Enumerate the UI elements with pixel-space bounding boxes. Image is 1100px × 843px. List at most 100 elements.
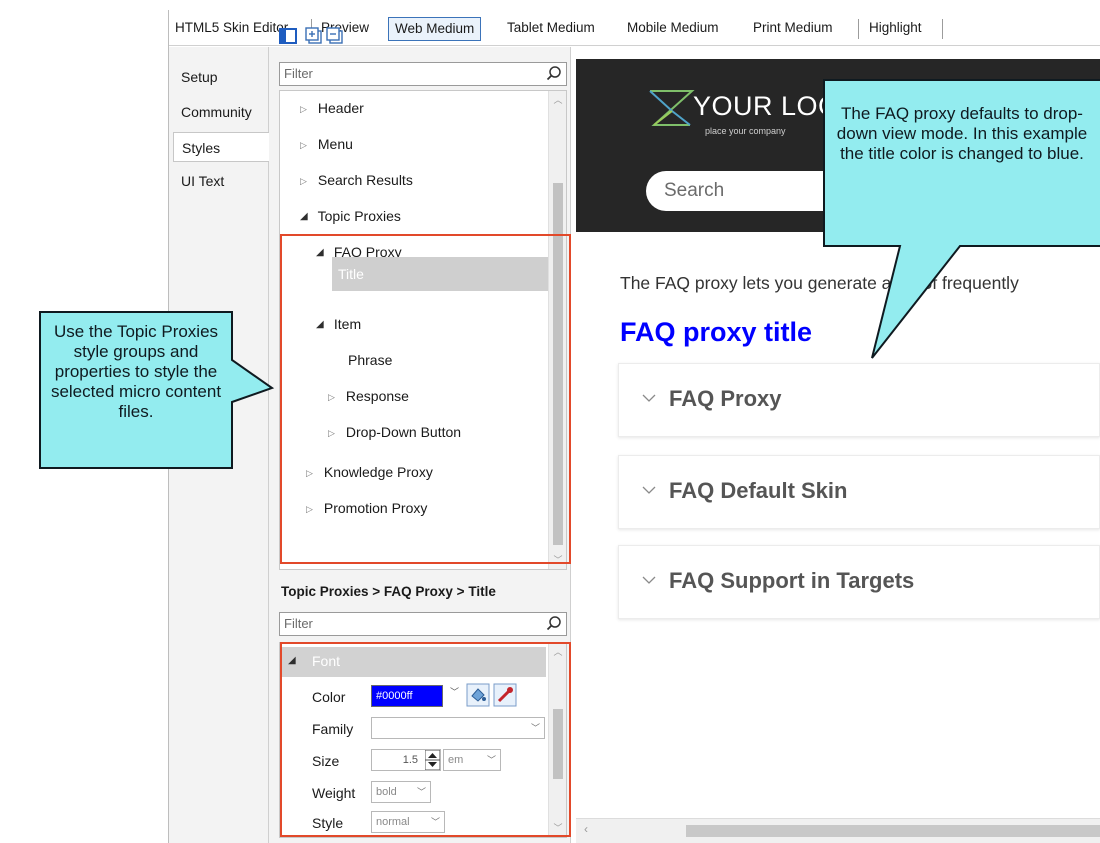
tree-item-item[interactable]: ◢ Item [316, 309, 361, 339]
tree-label: Menu [317, 136, 353, 152]
property-vertical-scrollbar[interactable]: ︿ ﹀ [548, 643, 566, 837]
faq-item-label: FAQ Proxy [669, 386, 782, 411]
color-label: Color [312, 689, 346, 705]
tree-label: Search Results [317, 172, 413, 188]
collapsed-triangle-icon: ▷ [328, 392, 335, 403]
tab-web-medium[interactable]: Web Medium [388, 17, 482, 41]
size-unit-select[interactable]: em ﹀ [443, 749, 501, 771]
style-label: Style [312, 815, 344, 831]
eyedropper-icon[interactable] [493, 683, 517, 707]
tree-item-search-results[interactable]: ▷ Search Results [300, 165, 413, 195]
tree-item-header[interactable]: ▷ Header [300, 93, 364, 123]
chevron-down-icon[interactable]: ﹀ [450, 685, 459, 698]
style-row: Style normal ﹀ [280, 809, 550, 837]
tree-item-title-selected[interactable]: Title [332, 257, 554, 291]
callout-left-text: Use the Topic Proxies style groups and p… [50, 322, 222, 421]
search-icon [546, 66, 561, 81]
tree-item-response[interactable]: ▷ Response [328, 381, 409, 411]
faq-item-label: FAQ Default Skin [669, 478, 848, 503]
expanded-triangle-icon: ◢ [300, 211, 308, 223]
color-row: Color #0000ff ﹀ [280, 683, 550, 713]
left-tab-setup[interactable]: Setup [173, 62, 265, 92]
left-tab-ui-text[interactable]: UI Text [173, 166, 265, 196]
chevron-down-icon: ﹀ [486, 755, 496, 765]
scroll-down-icon[interactable]: ﹀ [550, 553, 566, 566]
font-group-header[interactable]: ◢ Font [280, 647, 546, 677]
logo-tagline: place your company [705, 126, 786, 136]
scroll-up-icon[interactable]: ︿ [550, 645, 566, 658]
callout-right-text: The FAQ proxy defaults to drop-down view… [836, 104, 1088, 163]
faq-proxy-title: FAQ proxy title [620, 317, 813, 347]
tab-separator [858, 19, 859, 39]
scroll-thumb[interactable] [686, 825, 1100, 837]
collapsed-triangle-icon: ▷ [306, 504, 313, 515]
fill-color-icon[interactable] [466, 683, 490, 707]
collapse-all-icon[interactable] [326, 27, 344, 45]
tab-mobile-medium[interactable]: Mobile Medium [627, 17, 719, 41]
size-value: 1.5 [402, 754, 418, 766]
expanded-triangle-icon: ◢ [316, 319, 324, 331]
tree-item-promotion-proxy[interactable]: ▷ Promotion Proxy [306, 493, 427, 523]
left-tab-styles[interactable]: Styles [173, 132, 269, 162]
tree-label: Phrase [348, 352, 393, 368]
style-select[interactable]: normal ﹀ [371, 811, 445, 833]
expanded-triangle-icon: ◢ [316, 247, 324, 259]
search-icon [546, 616, 561, 631]
scroll-thumb[interactable] [553, 709, 563, 779]
chevron-down-icon [642, 394, 656, 402]
tree-item-phrase[interactable]: Phrase [348, 345, 392, 375]
family-label: Family [312, 721, 354, 737]
weight-select[interactable]: bold ﹀ [371, 781, 431, 803]
tree-item-knowledge-proxy[interactable]: ▷ Knowledge Proxy [306, 457, 433, 487]
preview-horizontal-scrollbar[interactable]: ‹ [576, 818, 1100, 843]
panel-view-icon[interactable] [279, 27, 297, 45]
expanded-triangle-icon: ◢ [288, 655, 296, 666]
left-tab-community[interactable]: Community [173, 97, 265, 127]
tab-tablet-medium[interactable]: Tablet Medium [507, 17, 595, 41]
color-value-field[interactable]: #0000ff [371, 685, 443, 707]
tree-vertical-scrollbar[interactable]: ︿ ﹀ [548, 91, 566, 569]
size-label: Size [312, 753, 340, 769]
collapsed-triangle-icon: ▷ [300, 104, 307, 115]
collapsed-triangle-icon: ▷ [300, 176, 307, 187]
scroll-left-icon[interactable]: ‹ [584, 822, 588, 836]
property-filter-input[interactable]: Filter [279, 612, 567, 636]
tree-item-menu[interactable]: ▷ Menu [300, 129, 353, 159]
chevron-down-icon: ﹀ [416, 787, 426, 797]
tree-item-topic-proxies[interactable]: ◢ Topic Proxies [300, 201, 401, 231]
style-value: normal [376, 816, 410, 828]
weight-label: Weight [312, 785, 356, 801]
scroll-up-icon[interactable]: ︿ [550, 93, 566, 106]
spinner-icon[interactable] [425, 750, 440, 770]
tree-label: Topic Proxies [317, 208, 401, 224]
tab-print-medium[interactable]: Print Medium [753, 17, 833, 41]
tab-highlight[interactable]: Highlight [869, 17, 922, 41]
filter-placeholder: Filter [284, 616, 313, 631]
tree-label: Title [338, 266, 364, 282]
scroll-down-icon[interactable]: ﹀ [550, 821, 566, 834]
tree-filter-input[interactable]: Filter [279, 62, 567, 86]
faq-item[interactable]: FAQ Support in Targets [618, 545, 1100, 619]
weight-row: Weight bold ﹀ [280, 779, 550, 809]
filter-placeholder: Filter [284, 66, 313, 81]
style-tree: ▷ Header ▷ Menu ▷ Search Results ◢ Topic… [279, 90, 567, 570]
tree-item-drop-down-button[interactable]: ▷ Drop-Down Button [328, 417, 461, 447]
scroll-thumb[interactable] [553, 183, 563, 545]
collapsed-triangle-icon: ▷ [300, 140, 307, 151]
tree-label: Knowledge Proxy [323, 464, 433, 480]
logo-icon [649, 90, 695, 126]
collapsed-triangle-icon: ▷ [306, 468, 313, 479]
chevron-down-icon: ﹀ [430, 817, 440, 827]
faq-item[interactable]: FAQ Proxy [618, 363, 1100, 437]
faq-item-label: FAQ Support in Targets [669, 568, 915, 593]
tab-html5-skin-editor[interactable]: HTML5 Skin Editor [175, 17, 288, 41]
expand-all-icon[interactable] [305, 27, 323, 45]
family-row: Family ﹀ [280, 715, 550, 745]
font-group-label: Font [312, 653, 341, 669]
tree-label: Promotion Proxy [323, 500, 428, 516]
chevron-down-icon [642, 576, 656, 584]
chevron-down-icon [642, 486, 656, 494]
tree-label: Item [333, 316, 362, 332]
family-select[interactable]: ﹀ [371, 717, 545, 739]
faq-item[interactable]: FAQ Default Skin [618, 455, 1100, 529]
